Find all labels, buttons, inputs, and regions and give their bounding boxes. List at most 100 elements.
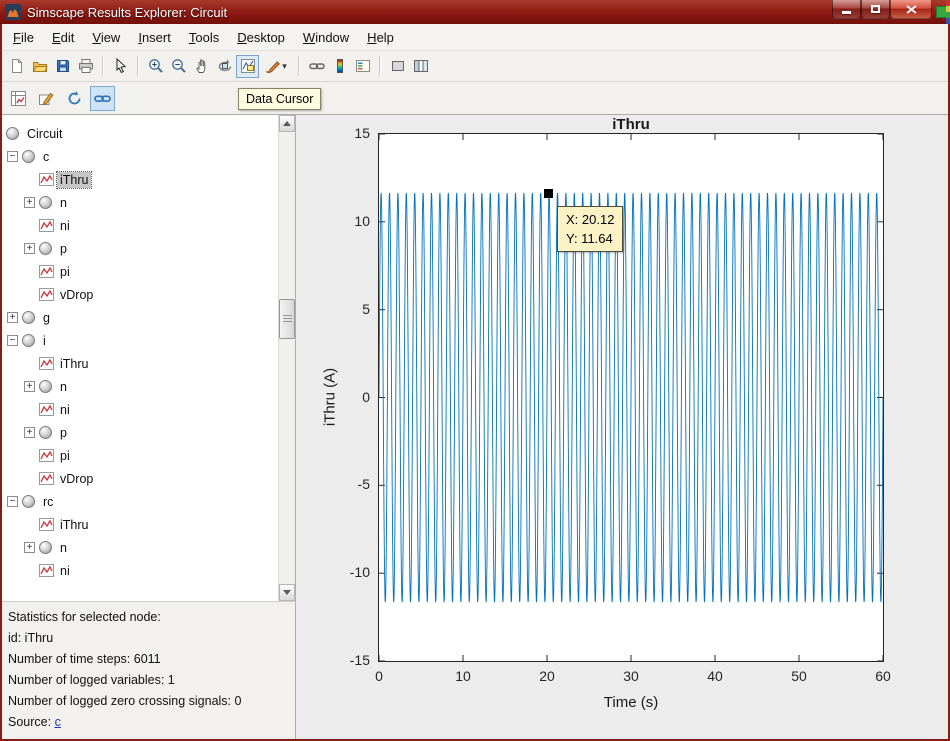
brush-data-button[interactable]: ▾ [259, 55, 293, 78]
y-tick-label: 10 [314, 213, 370, 229]
tree-item-ithru[interactable]: iThru [0, 353, 278, 376]
zoom-in-button[interactable] [144, 55, 167, 78]
close-button[interactable] [890, 0, 932, 19]
thumb-grip-icon [283, 315, 292, 323]
tree-scrollbar[interactable] [278, 115, 295, 601]
colorbar-icon [332, 58, 348, 74]
collapse-icon[interactable]: − [7, 335, 18, 346]
signal-trace [379, 134, 883, 661]
legend-icon [355, 58, 371, 74]
x-tick-label: 50 [777, 668, 821, 684]
scroll-up-button[interactable] [279, 115, 295, 132]
tree-item-ithru[interactable]: iThru [0, 514, 278, 537]
plot-axes[interactable]: X: 20.12 Y: 11.64 [378, 133, 884, 662]
hide-plot-tools-button[interactable] [386, 55, 409, 78]
tree-item-ni[interactable]: ni [0, 399, 278, 422]
rotate-3d-icon [217, 58, 233, 74]
link-plots-button[interactable] [90, 86, 115, 111]
dropdown-arrow-icon[interactable]: ▾ [282, 61, 287, 72]
node-icon [39, 196, 52, 209]
tree-item-vdrop[interactable]: vDrop [0, 468, 278, 491]
show-plot-tools-button[interactable] [409, 55, 432, 78]
reload-logged-data-button[interactable] [62, 86, 87, 111]
tree-item-label: ni [57, 563, 73, 579]
zoom-out-icon [171, 58, 187, 74]
expand-icon[interactable]: + [24, 542, 35, 553]
menu-insert[interactable]: Insert [129, 26, 180, 49]
toolbar-secondary [0, 82, 950, 115]
data-cursor-button[interactable] [236, 55, 259, 78]
menu-desktop[interactable]: Desktop [228, 26, 294, 49]
tree-item-pi[interactable]: pi [0, 445, 278, 468]
node-icon [22, 334, 35, 347]
pan-button[interactable] [190, 55, 213, 78]
collapse-icon[interactable]: − [7, 151, 18, 162]
expand-icon[interactable]: + [24, 381, 35, 392]
tree-item-label: ni [57, 218, 73, 234]
menu-view[interactable]: View [83, 26, 129, 49]
new-figure-button[interactable] [5, 55, 28, 78]
collapse-icon[interactable]: − [7, 496, 18, 507]
figure-panel: iThru iThru (A) Time (s) X: 20.12 Y: 11.… [296, 115, 950, 741]
tree-item-pi[interactable]: pi [0, 261, 278, 284]
menu-edit[interactable]: Edit [43, 26, 83, 49]
y-tick-label: 15 [314, 125, 370, 141]
menu-file[interactable]: File [4, 26, 43, 49]
insert-colorbar-button[interactable] [328, 55, 351, 78]
insert-legend-button[interactable] [351, 55, 374, 78]
hide-plot-tools-icon [390, 58, 406, 74]
tree-item-ithru[interactable]: iThru [0, 169, 278, 192]
expand-icon[interactable]: + [24, 427, 35, 438]
signal-plot-icon [39, 265, 54, 278]
tree-item-n[interactable]: +n [0, 537, 278, 560]
stats-logged-variables: Number of logged variables: 1 [8, 670, 287, 691]
stats-zero-crossings: Number of logged zero crossing signals: … [8, 691, 287, 712]
tree-item-n[interactable]: +n [0, 376, 278, 399]
link-chain-icon [309, 58, 325, 74]
zoom-out-button[interactable] [167, 55, 190, 78]
brush-icon [265, 58, 281, 74]
edit-node-button[interactable] [34, 86, 59, 111]
menu-help[interactable]: Help [358, 26, 403, 49]
rotate-3d-button[interactable] [213, 55, 236, 78]
tree-item-label: n [57, 195, 70, 211]
open-file-button[interactable] [28, 55, 51, 78]
stats-source-link[interactable]: c [55, 715, 61, 729]
menu-tools[interactable]: Tools [180, 26, 228, 49]
y-tick-label: 0 [314, 389, 370, 405]
data-cursor-datatip[interactable]: X: 20.12 Y: 11.64 [557, 206, 623, 252]
tree-item-i[interactable]: −i [0, 330, 278, 353]
tree-item-p[interactable]: +p [0, 422, 278, 445]
stats-source-label: Source: [8, 715, 55, 729]
close-icon [906, 5, 917, 14]
menu-window[interactable]: Window [294, 26, 358, 49]
expand-icon[interactable]: + [24, 243, 35, 254]
tree-item-vdrop[interactable]: vDrop [0, 284, 278, 307]
maximize-button[interactable] [861, 0, 890, 19]
print-figure-button[interactable] [74, 55, 97, 78]
tree-item-n[interactable]: +n [0, 192, 278, 215]
minimize-button[interactable] [832, 0, 861, 19]
link-plot-button[interactable] [305, 55, 328, 78]
tree-item-p[interactable]: +p [0, 238, 278, 261]
tree-item-c[interactable]: −c [0, 146, 278, 169]
data-cursor-marker[interactable] [544, 189, 553, 198]
tree-item-label: p [57, 425, 70, 441]
tree-item-rc[interactable]: −rc [0, 491, 278, 514]
tree-item-g[interactable]: +g [0, 307, 278, 330]
edit-plot-button[interactable] [109, 55, 132, 78]
node-report-button[interactable] [6, 86, 31, 111]
tree-item-label: g [40, 310, 53, 326]
tree-item-ni[interactable]: ni [0, 560, 278, 583]
data-cursor-icon [240, 58, 256, 74]
save-figure-button[interactable] [51, 55, 74, 78]
expand-icon[interactable]: + [24, 197, 35, 208]
tree-item-ni[interactable]: ni [0, 215, 278, 238]
scroll-down-button[interactable] [279, 584, 295, 601]
tree-item-circuit[interactable]: Circuit [0, 123, 278, 146]
window-title: Simscape Results Explorer: Circuit [27, 5, 227, 20]
node-icon [39, 380, 52, 393]
scrollbar-thumb[interactable] [279, 299, 295, 339]
expand-icon[interactable]: + [7, 312, 18, 323]
title-bar[interactable]: Simscape Results Explorer: Circuit [0, 0, 950, 24]
